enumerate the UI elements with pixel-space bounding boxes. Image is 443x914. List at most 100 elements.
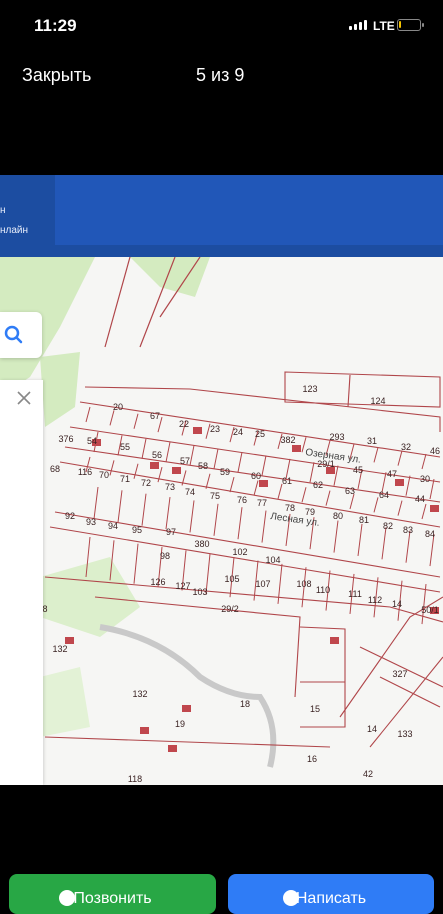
lot-number-label: 123 [302, 384, 317, 394]
signal-icon [349, 20, 367, 30]
photo-viewer-image[interactable]: н нлайн Озерная ул. Лесная ул. 123 124 2… [0, 175, 443, 785]
lot-number-label: 376 [58, 434, 73, 444]
lot-number-label: 133 [397, 729, 412, 739]
header-panel [55, 175, 443, 245]
lot-number-label: 63 [345, 486, 355, 496]
lot-number-label: 47 [387, 469, 397, 479]
lot-number-label: 77 [257, 498, 267, 508]
lot-number-label: 50/1 [421, 605, 439, 615]
lot-number-label: 75 [210, 491, 220, 501]
lot-number-label: 132 [52, 644, 67, 654]
lot-number-label: 60 [251, 471, 261, 481]
lot-number-label: 76 [237, 495, 247, 505]
lot-number-label: 327 [392, 669, 407, 679]
building-marker [182, 705, 191, 712]
battery-icon [397, 19, 424, 31]
building-marker [430, 505, 439, 512]
building-marker [168, 745, 177, 752]
lot-number-label: 110 [316, 585, 330, 595]
lot-number-label: 82 [383, 521, 393, 531]
lot-number-label: 79 [305, 507, 315, 517]
header-text-1: н [0, 205, 6, 216]
close-icon[interactable] [14, 388, 34, 408]
battery-fill [399, 21, 401, 28]
lot-number-label: 45 [353, 465, 363, 475]
map-search-button[interactable] [0, 312, 42, 358]
lot-number-label: 58 [198, 461, 208, 471]
lot-number-label: 42 [363, 769, 373, 779]
lot-number-label: 116 [78, 467, 92, 477]
lot-number-label: 55 [120, 442, 130, 452]
network-type: LTE [373, 19, 395, 33]
building-marker [395, 479, 404, 486]
lot-number-label: 29/2 [221, 604, 239, 614]
viewer-topbar: Закрыть 5 из 9 [0, 55, 443, 95]
lot-number-label: 71 [120, 474, 130, 484]
lot-number-label: 24 [233, 427, 243, 437]
lot-number-label: 103 [192, 587, 207, 597]
lot-number-label: 16 [307, 754, 317, 764]
write-button[interactable]: Написать [228, 874, 434, 914]
lot-number-label: 61 [282, 476, 292, 486]
lot-number-label: 93 [86, 517, 96, 527]
lot-number-label: 74 [185, 487, 195, 497]
lot-number-label: 102 [232, 547, 247, 557]
lot-number-label: 30 [420, 474, 430, 484]
building-marker [140, 727, 149, 734]
site-header-fragment: н нлайн [0, 175, 443, 257]
lot-number-label: 14 [367, 724, 377, 734]
lot-number-label: 23 [210, 424, 220, 434]
lot-number-label: 81 [359, 515, 369, 525]
lot-number-label: 22 [179, 419, 189, 429]
close-button[interactable]: Закрыть [22, 65, 91, 86]
lot-number-label: 46 [430, 446, 440, 456]
lot-number-label: 124 [370, 396, 385, 406]
lot-number-label: 72 [141, 478, 151, 488]
lot-number-label: 95 [132, 525, 142, 535]
lot-number-label: 104 [265, 555, 280, 565]
lot-number-label: 18 [240, 699, 250, 709]
bottom-actions: Позвонить Написать [0, 872, 443, 914]
lot-number-label: 127 [175, 581, 190, 591]
lot-number-label: 25 [255, 429, 265, 439]
lot-number-label: 32 [401, 442, 411, 452]
map-side-panel [0, 380, 43, 785]
lot-number-label: 64 [379, 490, 389, 500]
lot-number-label: 293 [329, 432, 344, 442]
lot-number-label: 98 [160, 551, 170, 561]
building-marker [330, 637, 339, 644]
lot-number-label: 97 [166, 527, 176, 537]
lot-number-label: 80 [333, 511, 343, 521]
lot-number-label: 112 [368, 595, 382, 605]
lot-number-label: 111 [348, 589, 362, 599]
call-button-label: Позвонить [73, 890, 152, 907]
lot-number-label: 84 [425, 529, 435, 539]
call-button[interactable]: Позвонить [9, 874, 216, 914]
building-marker [292, 445, 301, 452]
lot-number-label: 70 [99, 470, 109, 480]
lot-number-label: 83 [403, 525, 413, 535]
status-bar: 11:29 LTE [0, 0, 443, 50]
search-icon [4, 325, 23, 344]
building-marker [259, 480, 268, 487]
photo-counter: 5 из 9 [196, 65, 245, 85]
lot-number-label: 107 [255, 579, 270, 589]
lot-number-label: 20 [113, 402, 123, 412]
lot-number-label: 54 [87, 436, 97, 446]
building-marker [150, 462, 159, 469]
cadastral-map: Озерная ул. Лесная ул. 123124206722 23 24 2… [0, 257, 443, 785]
lot-number-label: 67 [150, 411, 160, 421]
lot-number-label: 94 [108, 521, 118, 531]
lot-number-label: 108 [296, 579, 311, 589]
lot-number-label: 59 [220, 467, 230, 477]
lot-number-label: 29/1 [317, 459, 335, 469]
lot-number-label: 62 [313, 480, 323, 490]
lot-number-label: 92 [65, 511, 75, 521]
lot-number-label: 15 [310, 704, 320, 714]
lot-number-label: 14 [392, 599, 402, 609]
lot-number-label: 19 [175, 719, 185, 729]
lot-number-label: 78 [285, 503, 295, 513]
lot-number-label: 126 [150, 577, 165, 587]
write-button-label: Написать [295, 890, 367, 907]
lot-number-label: 118 [128, 774, 142, 784]
